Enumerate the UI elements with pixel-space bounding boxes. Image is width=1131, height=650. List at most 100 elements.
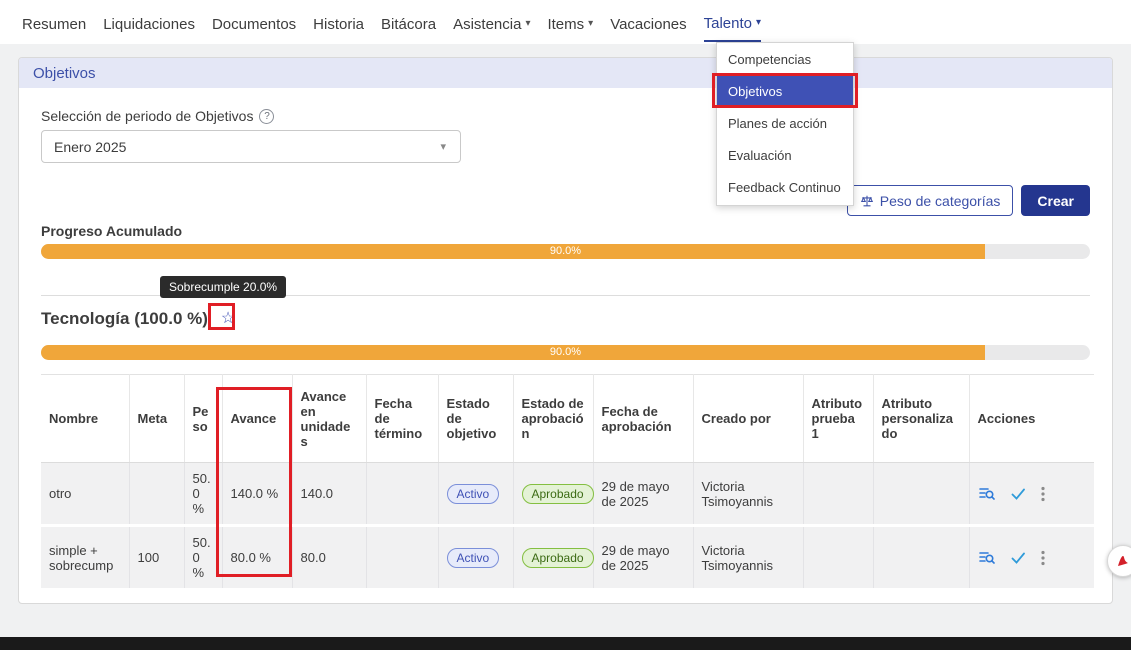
table-row: simple + sobrecump 100 50.0 % 80.0 % 80.… [41, 526, 1094, 590]
cell-fecha-termino [366, 526, 438, 590]
cell-atributo-prueba [803, 463, 873, 526]
view-details-icon[interactable] [978, 485, 995, 502]
column-header-peso: Peso [184, 375, 222, 463]
nav-item-documentos[interactable]: Documentos [212, 4, 296, 41]
cell-atributo-personalizado [873, 526, 969, 590]
action-buttons-row: Peso de categorías Crear [41, 185, 1090, 216]
cell-creado-por: Victoria Tsimoyannis [693, 463, 803, 526]
column-header-estado-objetivo: Estado de objetivo [438, 375, 513, 463]
table-row: otro 50.0 % 140.0 % 140.0 Activo Aprobad… [41, 463, 1094, 526]
crear-button[interactable]: Crear [1021, 185, 1090, 216]
cell-fecha-aprobacion: 29 de mayo de 2025 [593, 526, 693, 590]
nav-item-label: Documentos [212, 16, 296, 33]
nav-item-label: Liquidaciones [103, 16, 195, 33]
cell-meta: 100 [129, 526, 184, 590]
cell-avance-unidades: 140.0 [292, 463, 366, 526]
cell-avance: 80.0 % [222, 526, 292, 590]
view-details-icon[interactable] [978, 549, 995, 566]
progress-value: 90.0% [41, 244, 1090, 259]
period-select-label-row: Selección de periodo de Objetivos ? [41, 108, 1090, 124]
cell-peso: 50.0 % [184, 526, 222, 590]
check-icon[interactable] [1010, 486, 1026, 502]
status-badge-aprobado: Aprobado [522, 484, 594, 504]
column-header-nombre: Nombre [41, 375, 129, 463]
nav-item-liquidaciones[interactable]: Liquidaciones [103, 4, 195, 41]
kebab-menu-icon[interactable] [1041, 486, 1045, 502]
table-header-row: Nombre Meta Peso Avance Avance en unidad… [41, 375, 1094, 463]
progress-value: 90.0% [41, 345, 1090, 360]
sobrecumple-tooltip: Sobrecumple 20.0% [160, 276, 286, 298]
pdf-export-button[interactable] [1107, 545, 1131, 577]
category-header-row: Tecnología (100.0 %) ☆ [41, 309, 1090, 329]
menu-item-feedback-continuo[interactable]: Feedback Continuo [717, 172, 853, 204]
column-header-atributo-prueba: Atributo prueba 1 [803, 375, 873, 463]
pdf-icon [1115, 553, 1131, 569]
category-title: Tecnología (100.0 %) [41, 309, 208, 329]
cell-creado-por: Victoria Tsimoyannis [693, 526, 803, 590]
progreso-acumulado-label: Progreso Acumulado [41, 223, 1090, 239]
nav-item-label: Asistencia [453, 16, 521, 33]
cell-estado-objetivo: Activo [438, 463, 513, 526]
nav-item-vacaciones[interactable]: Vacaciones [610, 4, 686, 41]
panel-body: Selección de periodo de Objetivos ? Ener… [19, 88, 1112, 591]
nav-item-label: Historia [313, 16, 364, 33]
column-header-fecha-termino: Fecha de término [366, 375, 438, 463]
cell-peso: 50.0 % [184, 463, 222, 526]
cell-fecha-aprobacion: 29 de mayo de 2025 [593, 463, 693, 526]
bottom-bar [0, 637, 1131, 650]
cell-estado-aprobacion: Aprobado [513, 526, 593, 590]
panel-title: Objetivos [19, 58, 1112, 88]
column-header-avance-unidades: Avance en unidades [292, 375, 366, 463]
nav-item-label: Items [547, 16, 584, 33]
cell-fecha-termino [366, 463, 438, 526]
nav-item-label: Talento [704, 15, 752, 32]
column-header-meta: Meta [129, 375, 184, 463]
cell-meta [129, 463, 184, 526]
nav-item-asistencia[interactable]: Asistencia ▾ [453, 4, 530, 41]
objectives-table: Nombre Meta Peso Avance Avance en unidad… [41, 374, 1094, 591]
period-select-label: Selección de periodo de Objetivos [41, 108, 253, 124]
status-badge-aprobado: Aprobado [522, 548, 594, 568]
progress-bar-acumulado: 90.0% [41, 244, 1090, 259]
menu-item-objetivos[interactable]: Objetivos [717, 76, 853, 108]
cell-acciones [969, 463, 1094, 526]
column-header-atributo-personalizado: Atributo personalizado [873, 375, 969, 463]
period-select[interactable]: Enero 2025 ▾ [41, 130, 461, 163]
objetivos-panel: Objetivos Selección de periodo de Objeti… [18, 57, 1113, 604]
status-badge-activo: Activo [447, 548, 500, 568]
period-select-value: Enero 2025 [54, 139, 126, 155]
peso-categorias-button[interactable]: Peso de categorías [847, 185, 1014, 216]
nav-item-label: Resumen [22, 16, 86, 33]
cell-acciones [969, 526, 1094, 590]
chevron-down-icon: ▾ [588, 19, 593, 29]
nav-item-bitacora[interactable]: Bitácora [381, 4, 436, 41]
cell-estado-aprobacion: Aprobado [513, 463, 593, 526]
chevron-down-icon: ▾ [525, 19, 530, 29]
cell-avance-unidades: 80.0 [292, 526, 366, 590]
nav-item-resumen[interactable]: Resumen [22, 4, 86, 41]
help-icon[interactable]: ? [259, 109, 274, 124]
nav-item-historia[interactable]: Historia [313, 4, 364, 41]
cell-nombre: otro [41, 463, 129, 526]
cell-atributo-personalizado [873, 463, 969, 526]
kebab-menu-icon[interactable] [1041, 550, 1045, 566]
cell-atributo-prueba [803, 526, 873, 590]
cell-nombre: simple + sobrecump [41, 526, 129, 590]
column-header-creado-por: Creado por [693, 375, 803, 463]
menu-item-evaluacion[interactable]: Evaluación [717, 140, 853, 172]
star-icon[interactable]: ☆ [218, 309, 238, 329]
menu-item-competencias[interactable]: Competencias [717, 44, 853, 76]
nav-item-label: Vacaciones [610, 16, 686, 33]
cell-estado-objetivo: Activo [438, 526, 513, 590]
column-header-avance: Avance [222, 375, 292, 463]
progress-bar-categoria: 90.0% [41, 345, 1090, 360]
menu-item-planes-de-accion[interactable]: Planes de acción [717, 108, 853, 140]
nav-item-talento[interactable]: Talento▾ [704, 3, 761, 42]
talento-dropdown-menu: Competencias Objetivos Planes de acción … [716, 42, 854, 206]
top-nav: Resumen Liquidaciones Documentos Histori… [0, 0, 1131, 44]
weight-scale-icon [860, 194, 874, 208]
nav-item-label: Bitácora [381, 16, 436, 33]
check-icon[interactable] [1010, 550, 1026, 566]
nav-item-items[interactable]: Items ▾ [547, 4, 593, 41]
status-badge-activo: Activo [447, 484, 500, 504]
